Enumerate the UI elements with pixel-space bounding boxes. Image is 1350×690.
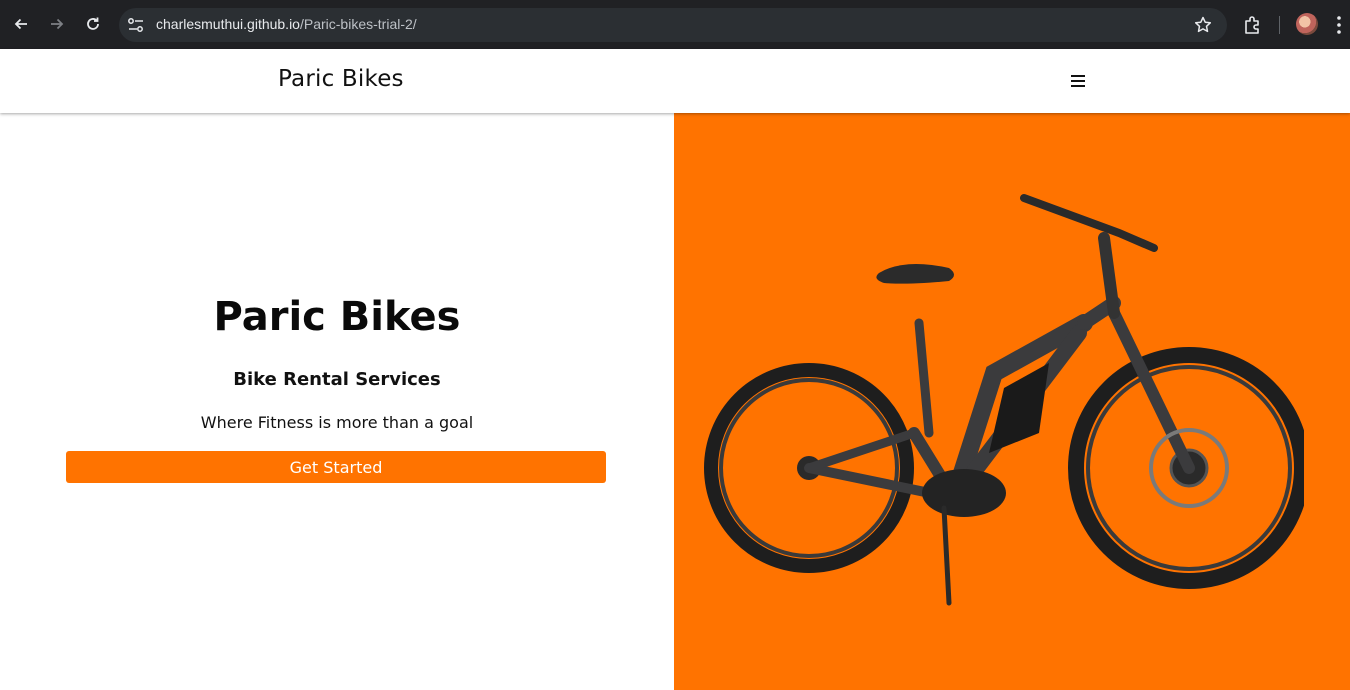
site-header: Paric Bikes	[0, 49, 1350, 113]
hero-tagline: Where Fitness is more than a goal	[200, 413, 474, 432]
toolbar-divider	[1279, 16, 1280, 34]
back-icon[interactable]	[9, 12, 33, 36]
hero-image-panel	[674, 113, 1350, 690]
saddle	[876, 264, 954, 284]
browser-toolbar: charlesmuthui.github.io/Paric-bikes-tria…	[0, 0, 1350, 49]
get-started-button[interactable]: Get Started	[66, 451, 606, 483]
site-info-icon[interactable]	[127, 17, 145, 33]
handlebar	[1020, 194, 1158, 252]
url-path: /Paric-bikes-trial-2/	[299, 16, 417, 32]
hero-text-panel: Paric Bikes Bike Rental Services Where F…	[0, 113, 674, 690]
url-text[interactable]: charlesmuthui.github.io/Paric-bikes-tria…	[156, 16, 417, 32]
profile-avatar[interactable]	[1296, 13, 1318, 35]
hero-title: Paric Bikes	[213, 294, 461, 340]
kickstand	[941, 505, 952, 606]
motor	[922, 469, 1006, 517]
forward-icon[interactable]	[45, 12, 69, 36]
electric-bike-image	[704, 194, 1304, 606]
browser-menu-icon[interactable]	[1336, 14, 1342, 36]
extensions-icon[interactable]	[1242, 14, 1264, 36]
bookmark-star-icon[interactable]	[1193, 15, 1213, 35]
hamburger-icon[interactable]	[1071, 75, 1085, 87]
reload-icon[interactable]	[81, 12, 105, 36]
hero-subtitle: Bike Rental Services	[233, 369, 441, 390]
url-host: charlesmuthui.github.io	[156, 16, 300, 32]
brand-logo-text[interactable]: Paric Bikes	[278, 66, 404, 92]
address-bar[interactable]: charlesmuthui.github.io/Paric-bikes-tria…	[119, 8, 1227, 42]
